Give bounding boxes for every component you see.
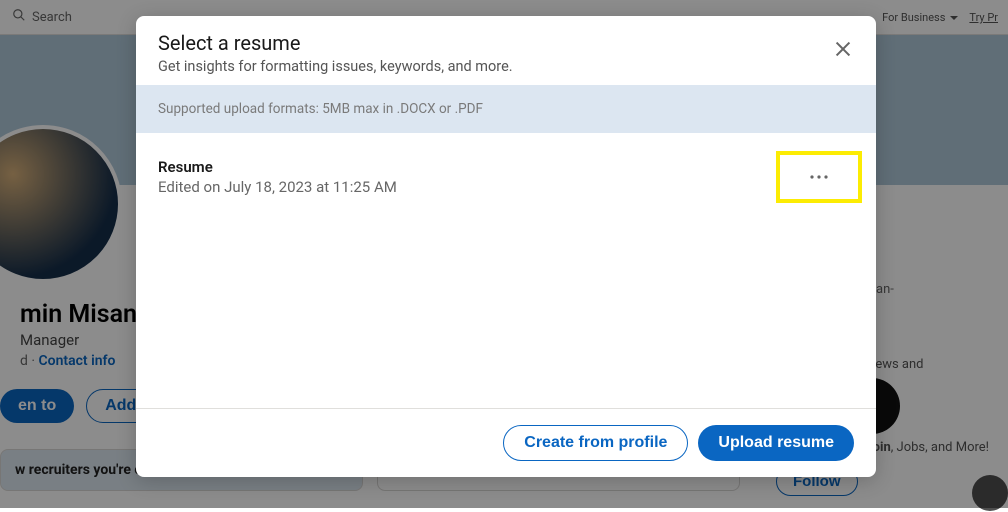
resume-edited-date: Edited on July 18, 2023 at 11:25 AM: [158, 178, 397, 196]
create-from-profile-button[interactable]: Create from profile: [503, 425, 688, 461]
resume-list-item[interactable]: Resume Edited on July 18, 2023 at 11:25 …: [136, 133, 876, 221]
more-horizontal-icon: [807, 165, 831, 189]
close-button[interactable]: [832, 38, 854, 64]
resume-more-menu[interactable]: [780, 155, 858, 199]
modal-subtitle: Get insights for formatting issues, keyw…: [158, 58, 854, 75]
highlighted-target: [776, 151, 862, 203]
resume-title: Resume: [158, 158, 397, 176]
modal-title: Select a resume: [158, 31, 854, 55]
modal-footer: Create from profile Upload resume: [136, 408, 876, 477]
select-resume-modal: Select a resume Get insights for formatt…: [136, 16, 876, 477]
modal-header: Select a resume Get insights for formatt…: [136, 16, 876, 85]
supported-formats-bar: Supported upload formats: 5MB max in .DO…: [136, 85, 876, 133]
resume-info: Resume Edited on July 18, 2023 at 11:25 …: [158, 158, 397, 196]
upload-resume-button[interactable]: Upload resume: [698, 425, 854, 461]
